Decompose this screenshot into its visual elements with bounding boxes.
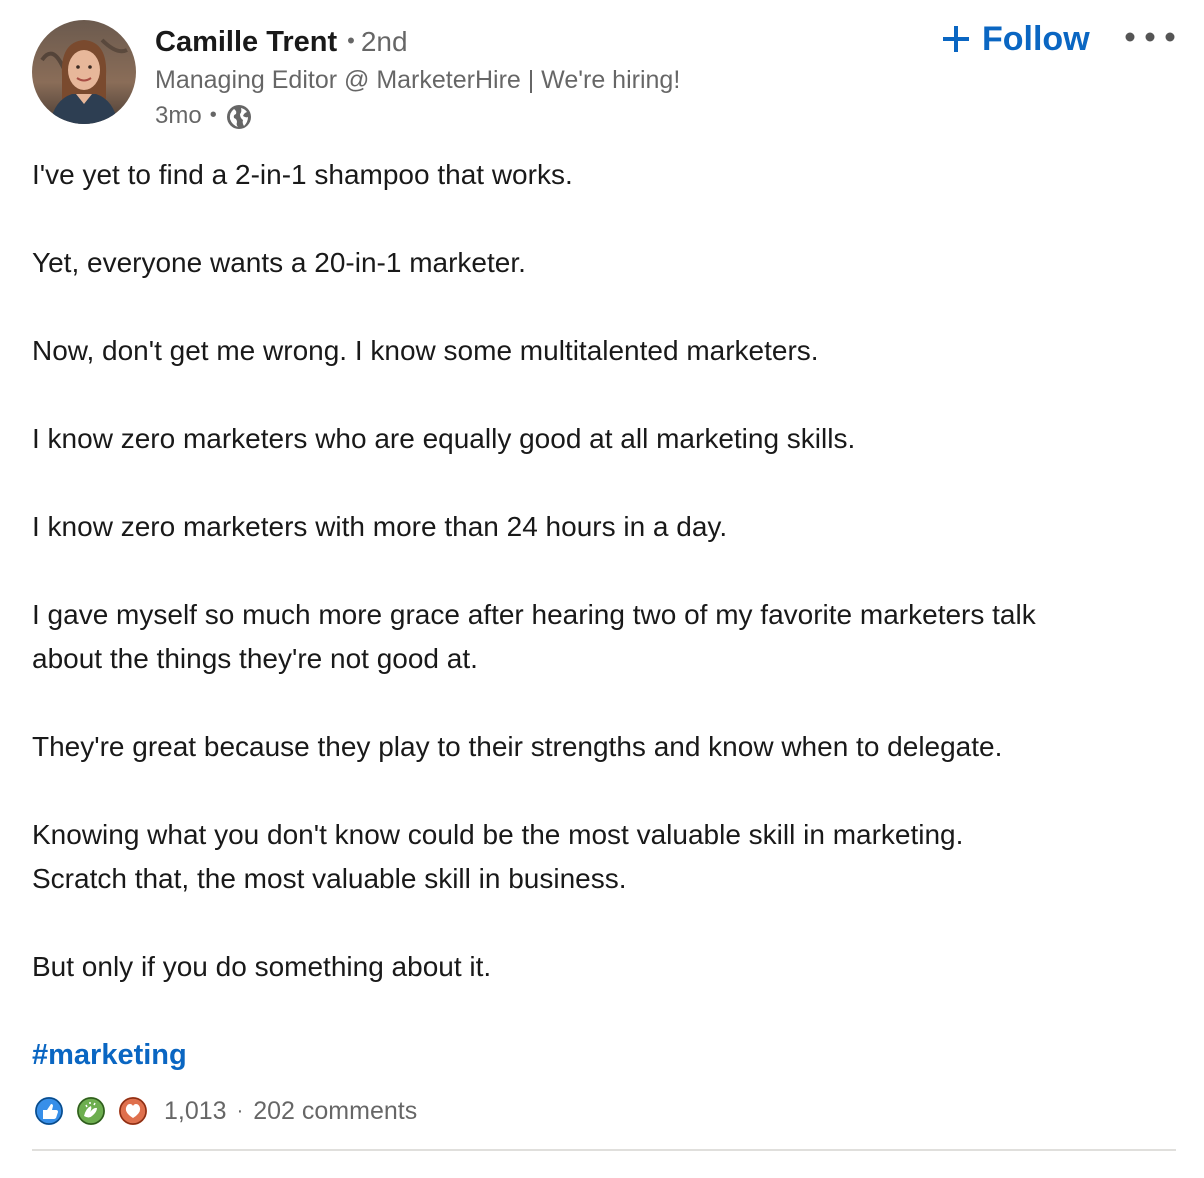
hashtag-link[interactable]: #marketing [32, 1033, 187, 1077]
author-name[interactable]: Camille Trent [155, 26, 337, 58]
reactions-summary[interactable]: 1,013 [32, 1094, 227, 1128]
post-line: I know zero marketers with more than 24 … [32, 511, 728, 542]
post-paragraph: I gave myself so much more grace after h… [32, 593, 1182, 681]
post-line: But only if you do something about it. [32, 951, 492, 982]
celebrate-reaction-icon [74, 1094, 108, 1128]
post-paragraph: But only if you do something about it. [32, 945, 1182, 989]
post-paragraph: Knowing what you don't know could be the… [32, 813, 1182, 901]
author-avatar[interactable] [32, 20, 136, 124]
post-line: Scratch that, the most valuable skill in… [32, 863, 627, 894]
comments-count-link[interactable]: 202 comments [253, 1097, 417, 1126]
post-line: They're great because they play to their… [32, 731, 1003, 762]
post-time: 3mo [155, 102, 202, 129]
feed-post: Camille Trent • 2nd Managing Editor @ Mark… [0, 0, 1204, 1178]
connection-degree: 2nd [360, 26, 408, 57]
separator-dot: · [236, 1099, 244, 1122]
social-counts: 1,013 · 202 comments [32, 1092, 417, 1130]
author-info: Camille Trent • 2nd Managing Editor @ Mark… [155, 22, 680, 134]
post-paragraph: Yet, everyone wants a 20-in-1 marketer. [32, 241, 1182, 285]
post-line: I've yet to find a 2-in-1 shampoo that w… [32, 159, 573, 190]
separator-dot: • [209, 104, 217, 126]
author-name-line: Camille Trent • 2nd [155, 22, 680, 62]
follow-label: Follow [982, 19, 1090, 58]
more-horizontal-icon [1121, 30, 1179, 49]
post-line: Knowing what you don't know could be the… [32, 819, 964, 850]
reaction-count: 1,013 [164, 1096, 227, 1125]
globe-icon[interactable] [225, 103, 253, 131]
like-reaction-icon [32, 1094, 66, 1128]
post-paragraph: I know zero marketers who are equally go… [32, 417, 1182, 461]
post-line: I gave myself so much more grace after h… [32, 599, 1036, 630]
author-headline: Managing Editor @ MarketerHire | We're h… [155, 66, 681, 94]
post-line: about the things they're not good at. [32, 643, 478, 674]
post-paragraph: I know zero marketers with more than 24 … [32, 505, 1182, 549]
follow-button[interactable]: Follow [930, 14, 1100, 64]
post-line: Yet, everyone wants a 20-in-1 marketer. [32, 247, 526, 278]
post-line: I know zero marketers who are equally go… [32, 423, 856, 454]
post-body: I've yet to find a 2-in-1 shampoo that w… [32, 153, 1182, 1077]
hashtag-line: #marketing [32, 1033, 1182, 1077]
more-options-button[interactable] [1118, 18, 1182, 60]
post-meta: 3mo • [155, 98, 680, 134]
post-line: Now, don't get me wrong. I know some mul… [32, 335, 819, 366]
plus-icon [940, 23, 972, 55]
post-paragraph: I've yet to find a 2-in-1 shampoo that w… [32, 153, 1182, 197]
post-paragraph: Now, don't get me wrong. I know some mul… [32, 329, 1182, 373]
love-reaction-icon [116, 1094, 150, 1128]
separator-dot: • [347, 28, 355, 53]
post-paragraph: They're great because they play to their… [32, 725, 1182, 769]
divider [32, 1149, 1176, 1151]
